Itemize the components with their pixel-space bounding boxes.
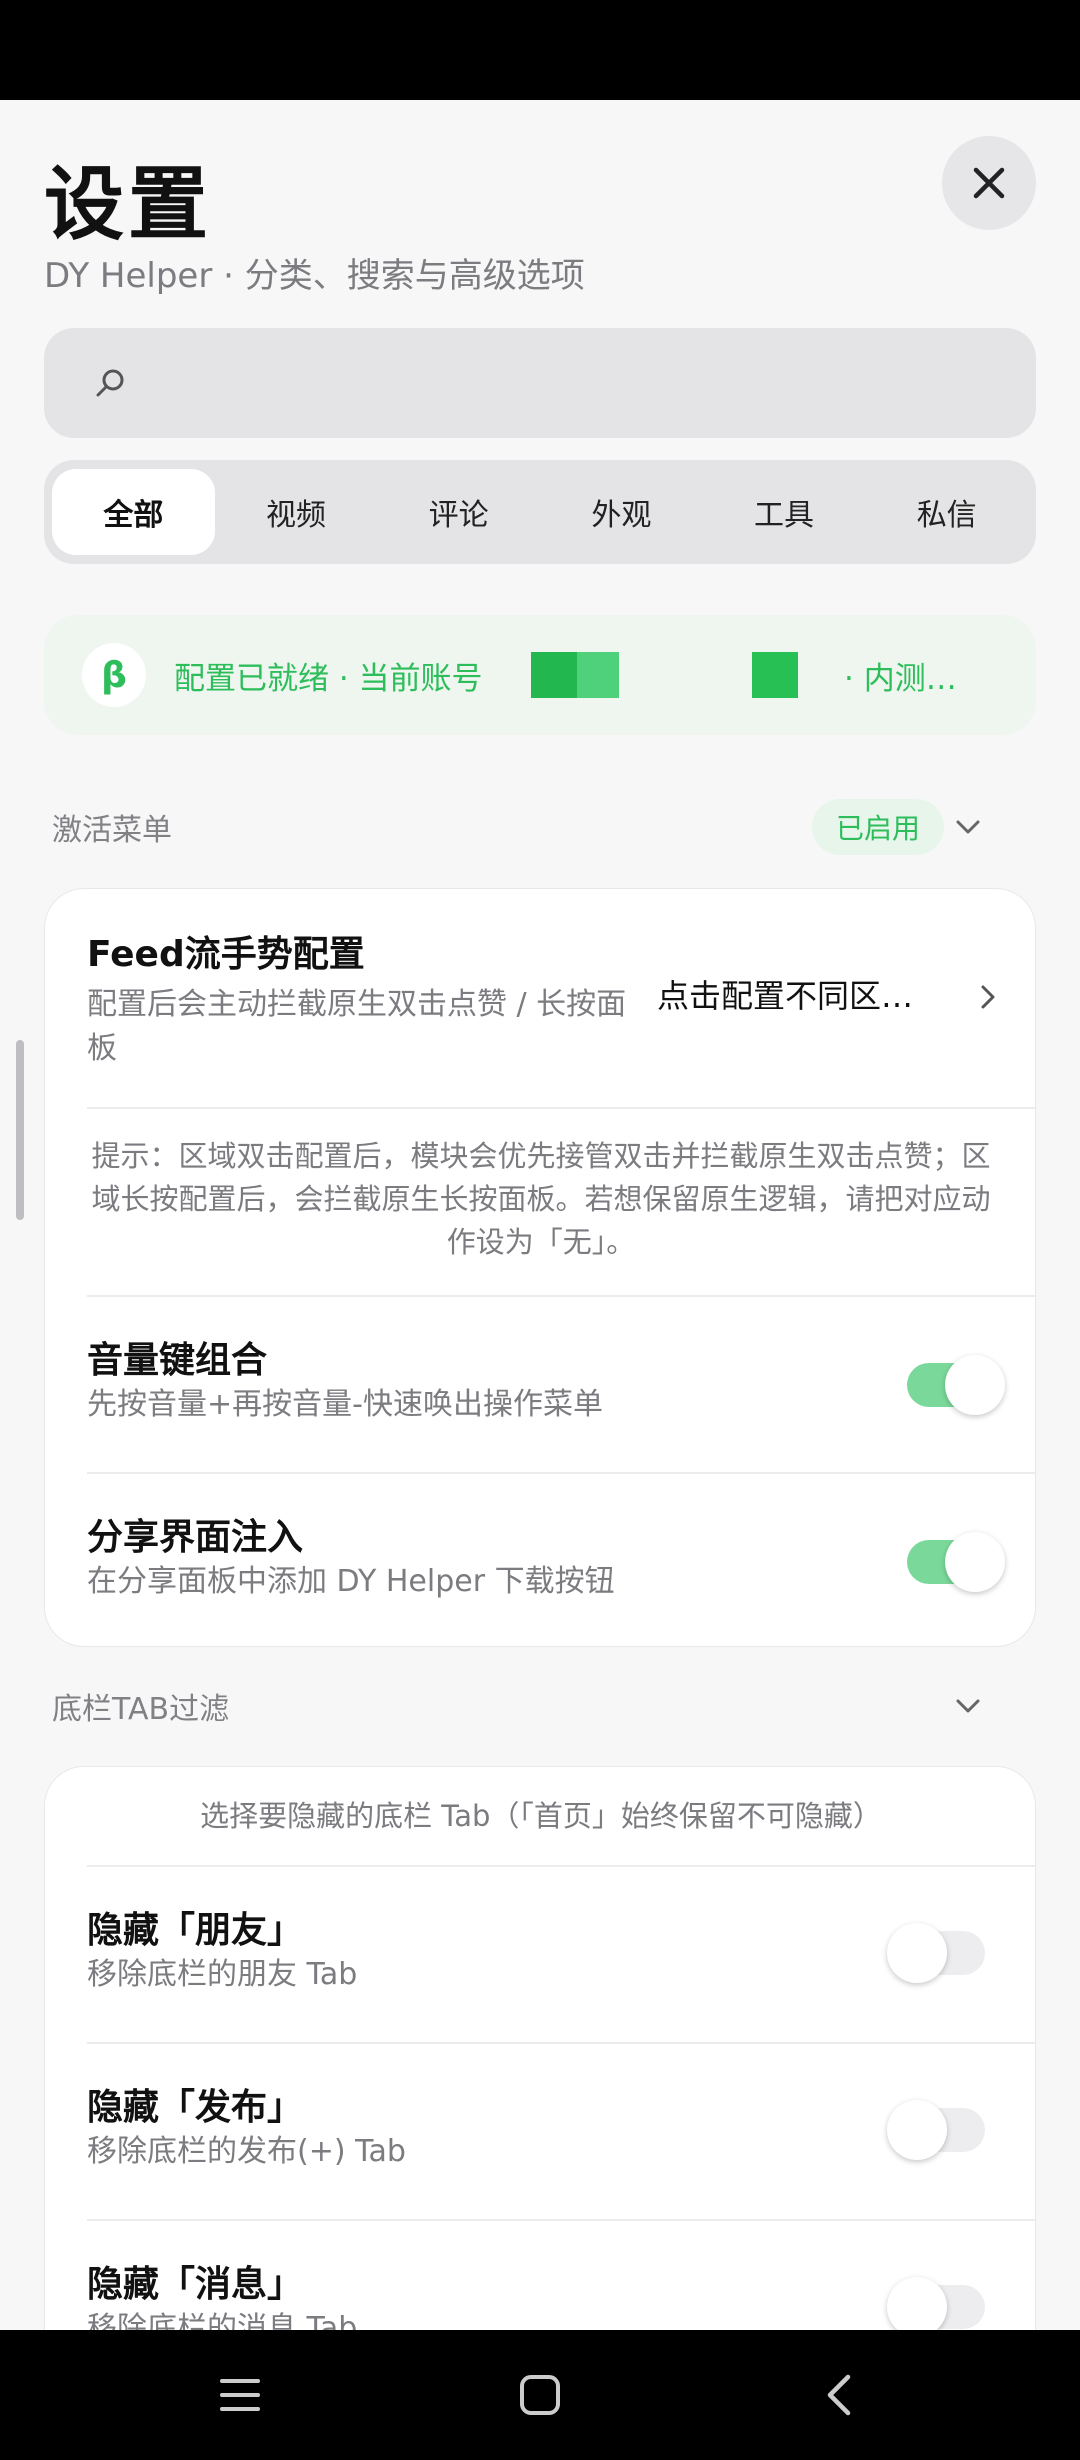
section-header-bottom-tab-filter[interactable]: 底栏TAB过滤 <box>52 1676 1012 1736</box>
row-title: 隐藏「消息」 <box>87 2264 304 2305</box>
menu-icon <box>220 2379 260 2411</box>
toggle-knob <box>887 1923 947 1983</box>
row-title: 隐藏「发布」 <box>87 2087 304 2128</box>
scrollbar[interactable] <box>16 1040 24 1220</box>
redacted-block <box>531 652 577 698</box>
share-inject-toggle[interactable] <box>907 1532 1005 1592</box>
back-icon <box>827 2374 851 2416</box>
activation-menu-card: Feed流手势配置 配置后会主动拦截原生双击点赞 / 长按面板 点击配置不同区…… <box>44 888 1036 1647</box>
tab-comment[interactable]: 评论 <box>377 469 540 555</box>
toggle-knob <box>887 2277 947 2330</box>
row-title: 隐藏「朋友」 <box>87 1910 304 1951</box>
redacted-block <box>752 652 798 698</box>
volume-key-toggle[interactable] <box>907 1355 1005 1415</box>
row-desc: 移除底栏的消息 Tab <box>87 2311 358 2330</box>
row-desc: 移除底栏的发布(+) Tab <box>87 2134 406 2169</box>
volume-key-row[interactable]: 音量键组合 先按音量+再按音量-快速唤出操作菜单 <box>45 1297 1035 1472</box>
hint-row: 提示：区域双击配置后，模块会优先接管双击并拦截原生双击点赞；区域长按配置后，会拦… <box>45 1109 1035 1295</box>
search-input[interactable] <box>44 328 1036 438</box>
settings-sheet: 设置 DY Helper · 分类、搜索与高级选项 全部 视频 评论 外观 工具… <box>0 100 1080 2330</box>
hint-text: 提示：区域双击配置后，模块会优先接管双击并拦截原生双击点赞；区域长按配置后，会拦… <box>91 1139 991 1259</box>
chevron-down-icon <box>956 820 980 834</box>
hide-friends-row[interactable]: 隐藏「朋友」 移除底栏的朋友 Tab <box>45 1867 1035 2042</box>
bottom-tab-filter-card: 选择要隐藏的底栏 Tab（「首页」始终保留不可隐藏） 隐藏「朋友」 移除底栏的朋… <box>44 1766 1036 2330</box>
row-title: Feed流手势配置 <box>87 934 365 975</box>
category-tabs: 全部 视频 评论 外观 工具 私信 <box>44 460 1036 564</box>
status-badge: 已启用 <box>812 799 945 855</box>
hide-publish-toggle[interactable] <box>887 2100 985 2160</box>
hide-publish-row[interactable]: 隐藏「发布」 移除底栏的发布(+) Tab <box>45 2044 1035 2219</box>
share-inject-row[interactable]: 分享界面注入 在分享面板中添加 DY Helper 下载按钮 <box>45 1474 1035 1646</box>
chevron-down-icon <box>956 1699 980 1713</box>
hint-row: 选择要隐藏的底栏 Tab（「首页」始终保留不可隐藏） <box>45 1767 1035 1865</box>
row-desc: 配置后会主动拦截原生双击点赞 / 长按面板 <box>87 987 627 1066</box>
close-icon <box>973 167 1005 199</box>
tab-all[interactable]: 全部 <box>52 469 215 555</box>
toggle-knob <box>945 1532 1005 1592</box>
home-button[interactable] <box>500 2355 580 2435</box>
hint-text: 选择要隐藏的底栏 Tab（「首页」始终保留不可隐藏） <box>200 1799 882 1833</box>
home-square-icon <box>520 2375 560 2415</box>
status-bar <box>0 0 1080 100</box>
recents-button[interactable] <box>200 2355 280 2435</box>
page-subtitle: DY Helper · 分类、搜索与高级选项 <box>44 256 585 296</box>
chevron-right-icon <box>981 985 995 1009</box>
banner-tail: · 内测… <box>844 661 957 697</box>
section-header-activation-menu[interactable]: 激活菜单 已启用 <box>52 797 1012 857</box>
system-nav-bar <box>0 2330 1080 2460</box>
hide-messages-row[interactable]: 隐藏「消息」 移除底栏的消息 Tab <box>45 2221 1035 2330</box>
feed-gesture-row[interactable]: Feed流手势配置 配置后会主动拦截原生双击点赞 / 长按面板 点击配置不同区… <box>45 889 1035 1107</box>
section-title: 激活菜单 <box>52 813 172 848</box>
redacted-block <box>577 652 619 698</box>
toggle-knob <box>887 2100 947 2160</box>
tab-video[interactable]: 视频 <box>215 469 378 555</box>
row-title: 音量键组合 <box>87 1340 268 1381</box>
page-title: 设置 <box>44 158 212 251</box>
beta-badge: β <box>82 643 146 707</box>
hide-messages-toggle[interactable] <box>887 2277 985 2330</box>
section-title: 底栏TAB过滤 <box>52 1692 230 1727</box>
tab-messages[interactable]: 私信 <box>865 469 1028 555</box>
banner-text: 配置已就绪 · 当前账号 <box>174 660 483 697</box>
row-desc: 移除底栏的朋友 Tab <box>87 1957 358 1992</box>
hide-friends-toggle[interactable] <box>887 1923 985 1983</box>
tab-appearance[interactable]: 外观 <box>540 469 703 555</box>
row-title: 分享界面注入 <box>87 1517 304 1558</box>
status-banner: β 配置已就绪 · 当前账号 · 内测… <box>44 615 1036 735</box>
row-value: 点击配置不同区… <box>657 977 914 1015</box>
back-button[interactable] <box>800 2355 880 2435</box>
row-desc: 在分享面板中添加 DY Helper 下载按钮 <box>87 1564 615 1599</box>
search-icon <box>96 369 124 397</box>
row-desc: 先按音量+再按音量-快速唤出操作菜单 <box>87 1387 603 1422</box>
close-button[interactable] <box>942 136 1036 230</box>
tab-tools[interactable]: 工具 <box>703 469 866 555</box>
toggle-knob <box>945 1355 1005 1415</box>
